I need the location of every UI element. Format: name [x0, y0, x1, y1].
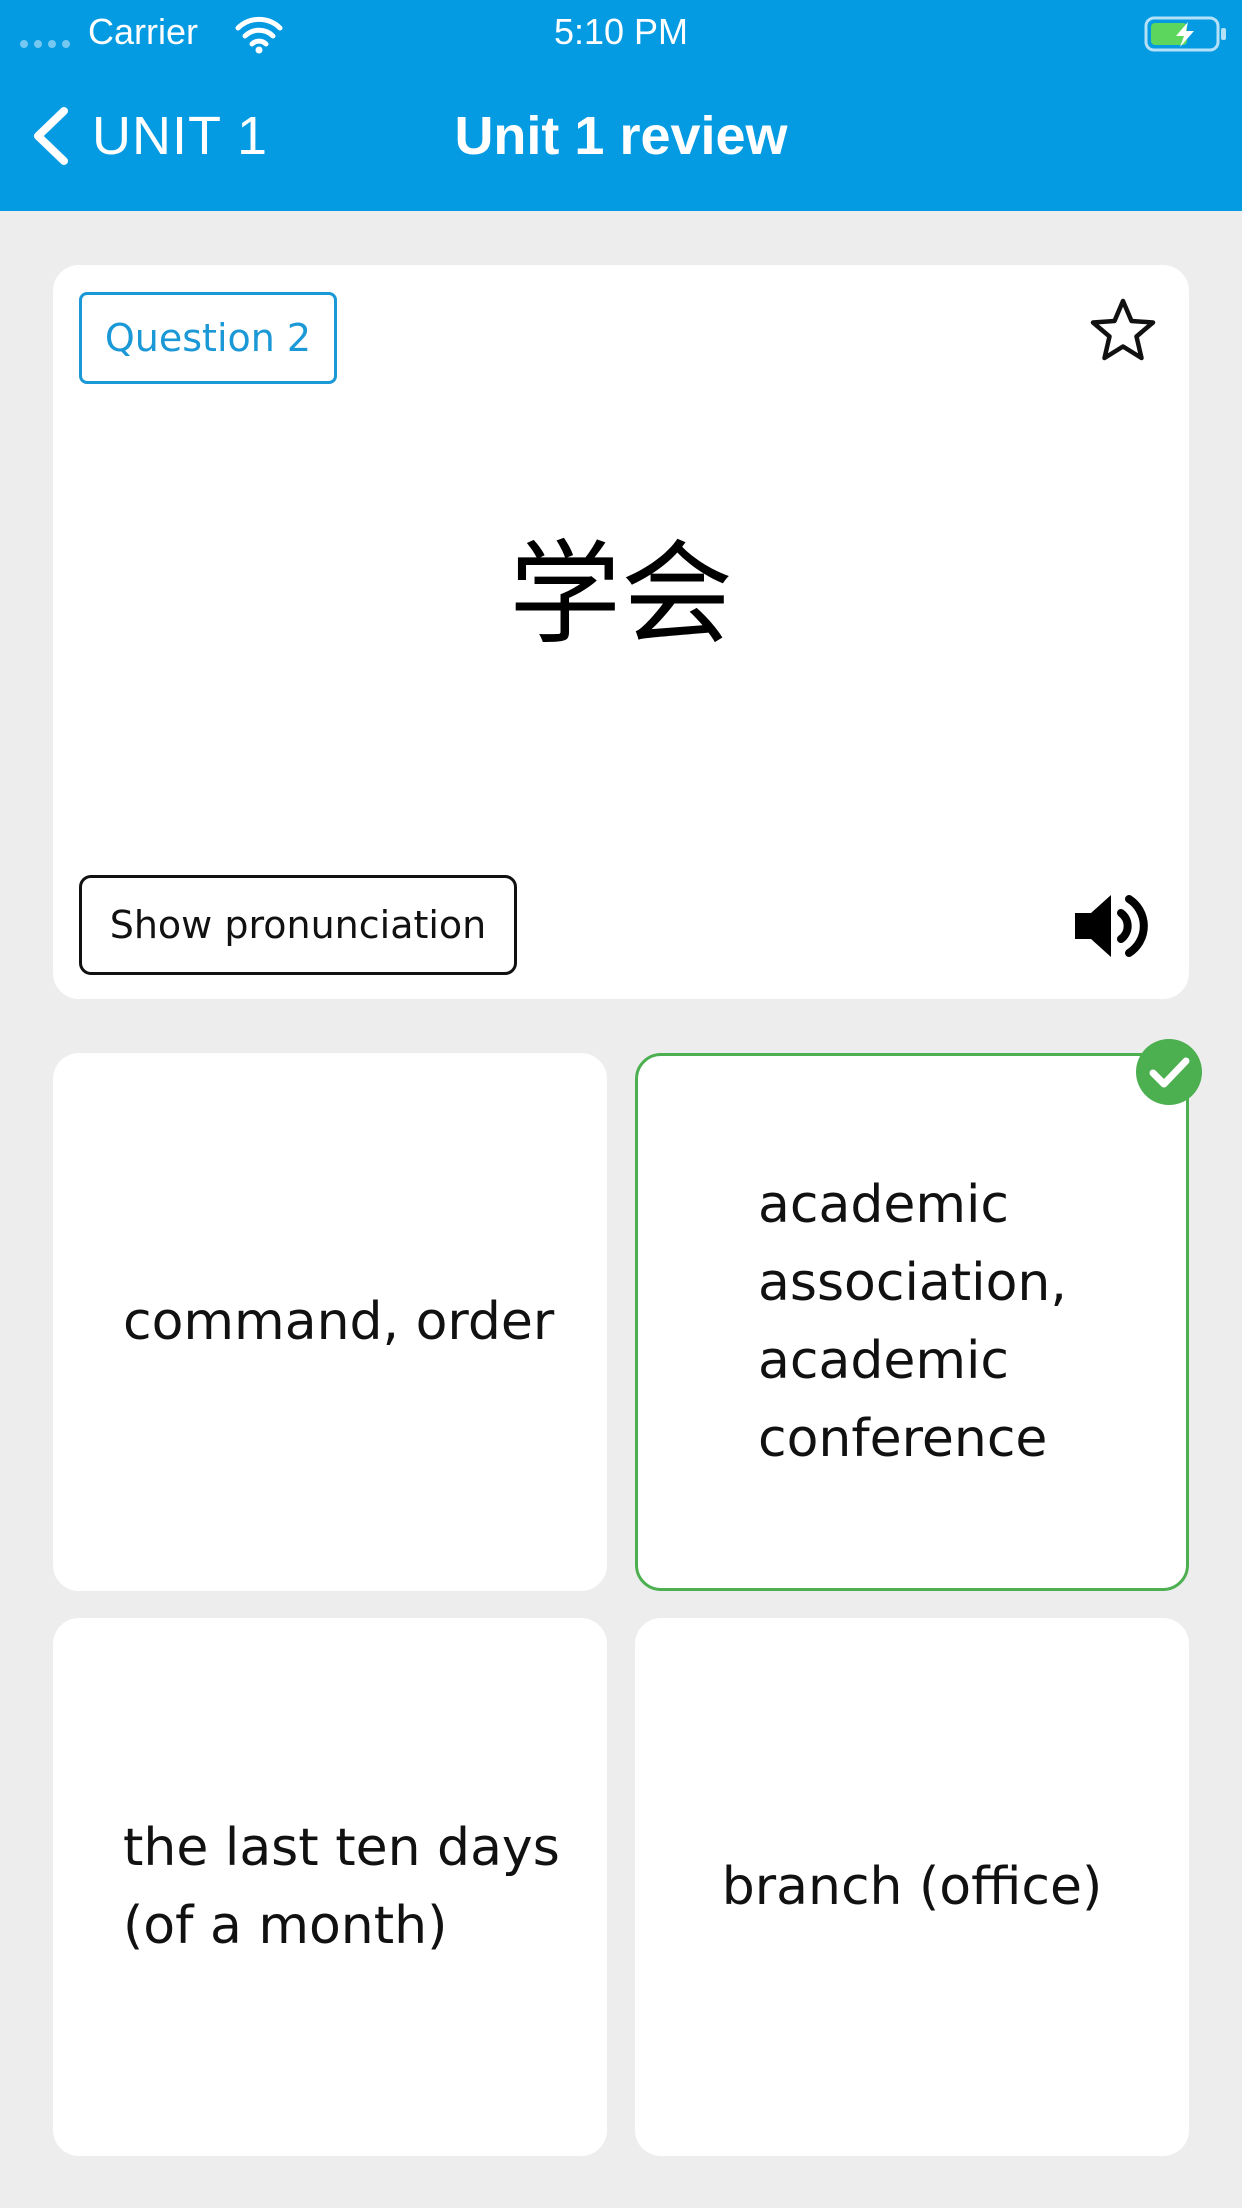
star-icon[interactable] — [1087, 295, 1159, 367]
answer-option-3[interactable]: the last ten days (of a month) — [53, 1618, 607, 2156]
question-term: 学会 — [509, 530, 733, 660]
navigation-bar: UNIT 1 Unit 1 review — [0, 86, 1242, 186]
app-header: Carrier 5:10 PM UNIT 1 Unit 1 review — [0, 0, 1242, 211]
answer-option-2-selected[interactable]: academic association, academic conferenc… — [635, 1053, 1189, 1591]
status-time: 5:10 PM — [553, 11, 689, 52]
check-circle-icon — [1136, 1039, 1202, 1105]
show-pronunciation-button[interactable]: Show pronunciation — [79, 875, 517, 975]
answer-option-1[interactable]: command, order — [53, 1053, 607, 1591]
page-title: Unit 1 review — [454, 106, 788, 166]
answer-option-4[interactable]: branch (office) — [635, 1618, 1189, 2156]
battery-charging-icon — [1144, 16, 1226, 52]
speaker-icon[interactable] — [1069, 883, 1155, 969]
question-card: Question 2 学会 Show pronunciation — [53, 265, 1189, 999]
status-bar: Carrier 5:10 PM — [0, 0, 1242, 66]
question-number-badge: Question 2 — [79, 292, 337, 384]
answer-text: academic association, academic conferenc… — [758, 1175, 1067, 1469]
answer-text: command, order — [123, 1292, 555, 1352]
answer-text: branch (office) — [721, 1857, 1103, 1917]
answer-text: the last ten days (of a month) — [123, 1818, 560, 1956]
